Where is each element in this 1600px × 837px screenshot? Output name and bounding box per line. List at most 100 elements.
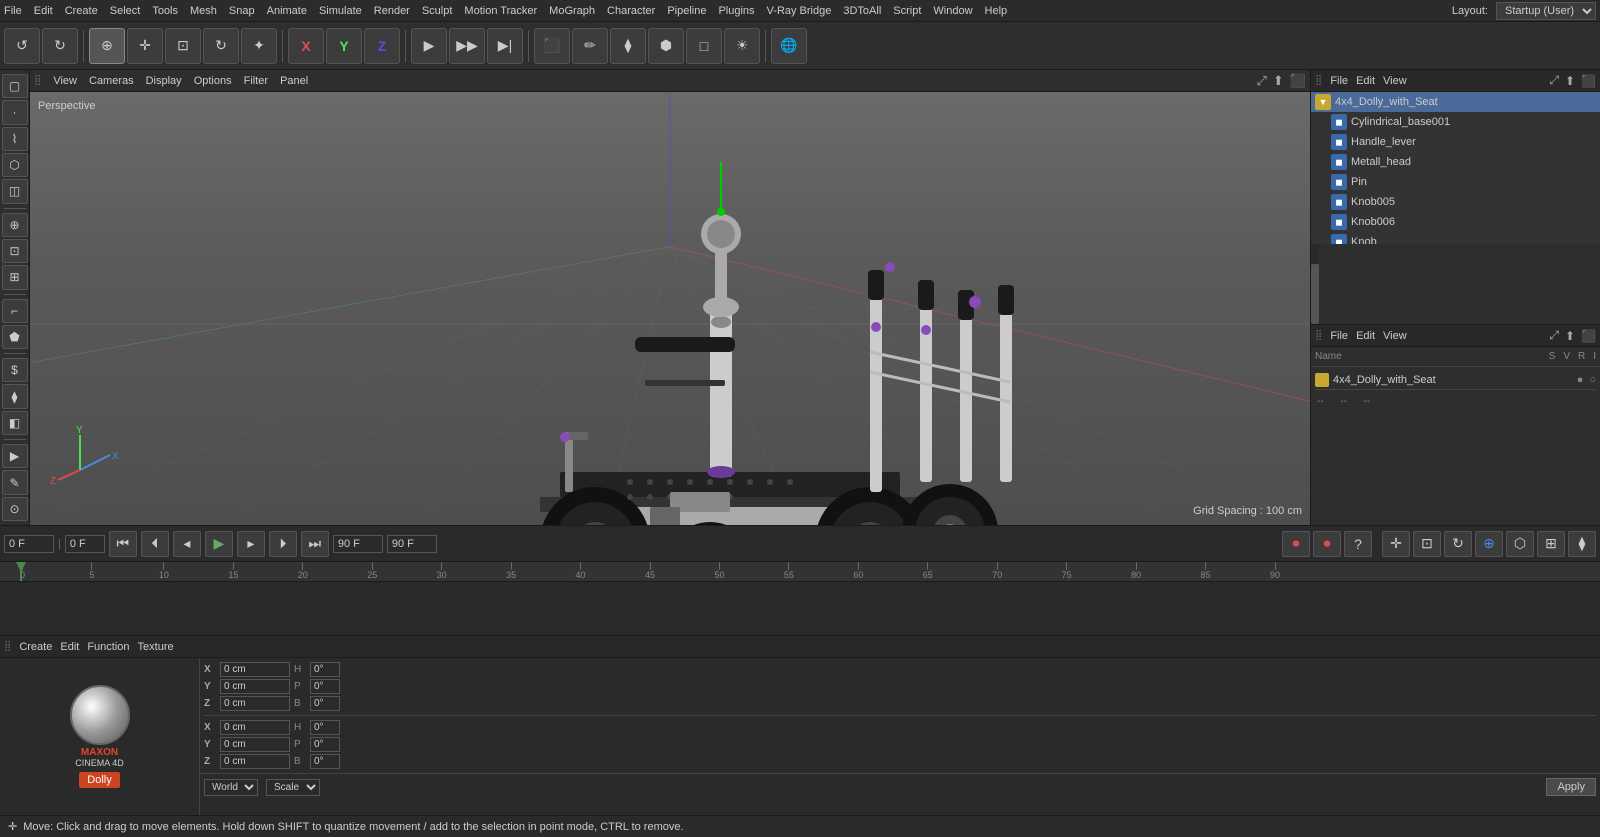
tree-item[interactable]: ◼Handle_lever (1311, 132, 1600, 152)
rp2-fullscreen-icon[interactable]: ⬛ (1581, 329, 1596, 343)
x-scale-input[interactable] (220, 720, 290, 735)
auto-record-button[interactable]: ⏺ (1313, 531, 1341, 557)
rp2-menu-edit[interactable]: Edit (1356, 330, 1375, 342)
mirror-tool[interactable]: ◧ (2, 411, 28, 435)
axis-tool[interactable]: ⧫ (2, 384, 28, 408)
menu-select[interactable]: Select (110, 5, 141, 17)
menu-file[interactable]: File (4, 5, 22, 17)
light-button[interactable]: ☀ (724, 28, 760, 64)
menu-character[interactable]: Character (607, 5, 655, 17)
menu-pipeline[interactable]: Pipeline (667, 5, 706, 17)
viewport-menu-display[interactable]: Display (146, 75, 182, 87)
h2-rot-input[interactable] (310, 720, 340, 735)
scene-tree[interactable]: ▼4x4_Dolly_with_Seat◼Cylindrical_base001… (1311, 92, 1600, 244)
p2-rot-input[interactable] (310, 737, 340, 752)
menu-vray[interactable]: V-Ray Bridge (767, 5, 832, 17)
viewport-pin-icon[interactable]: ⬆ (1273, 73, 1284, 89)
viewport-fullscreen-icon[interactable]: ⬛ (1290, 73, 1306, 89)
select-tool-button[interactable]: ⊕ (89, 28, 125, 64)
play-prev-frame[interactable]: ◂ (173, 531, 201, 557)
anim-button4[interactable]: ⧫ (1568, 531, 1596, 557)
rp-expand-icon[interactable]: ⤢ (1549, 73, 1559, 88)
anim-menu-create[interactable]: Create (19, 641, 52, 653)
render-tool[interactable]: ▶ (2, 444, 28, 468)
menu-snap[interactable]: Snap (229, 5, 255, 17)
rp-fullscreen-icon[interactable]: ⬛ (1581, 74, 1596, 88)
move-tool-button[interactable]: ✛ (127, 28, 163, 64)
viewport-menu-filter[interactable]: Filter (244, 75, 268, 87)
right-menu-file[interactable]: File (1330, 75, 1348, 87)
layout-select[interactable]: Startup (User) (1496, 2, 1596, 20)
workplane-tool[interactable]: ⊞ (2, 265, 28, 289)
nurbs-button[interactable]: ⧫ (610, 28, 646, 64)
viewport-menu-view[interactable]: View (53, 75, 77, 87)
mode-edges[interactable]: ⌇ (2, 127, 28, 151)
tree-item[interactable]: ◼Metall_head (1311, 152, 1600, 172)
render-active-button[interactable]: ▶▶ (449, 28, 485, 64)
redo-button[interactable]: ↻ (42, 28, 78, 64)
play-next-button[interactable]: ⏵ (269, 531, 297, 557)
p-rot-input[interactable] (310, 679, 340, 694)
texture-tool[interactable]: ⊡ (2, 239, 28, 263)
play-button[interactable]: ▶ (205, 531, 233, 557)
x-axis-button[interactable]: X (288, 28, 324, 64)
rotate-anim-button[interactable]: ↻ (1444, 531, 1472, 557)
menu-mesh[interactable]: Mesh (190, 5, 217, 17)
menu-plugins[interactable]: Plugins (718, 5, 754, 17)
tree-item[interactable]: ◼Knob005 (1311, 192, 1600, 212)
playhead[interactable] (20, 562, 22, 581)
camera-button[interactable]: □ (686, 28, 722, 64)
menu-mograph[interactable]: MoGraph (549, 5, 595, 17)
scale-anim-button[interactable]: ⊡ (1413, 531, 1441, 557)
menu-motion-tracker[interactable]: Motion Tracker (464, 5, 537, 17)
play-end-button[interactable]: ⏭ (301, 531, 329, 557)
anim-button2[interactable]: ⬡ (1506, 531, 1534, 557)
x-pos-input[interactable] (220, 662, 290, 677)
current-frame-input[interactable] (4, 535, 54, 553)
rp2-menu-file[interactable]: File (1330, 330, 1348, 342)
scene-button[interactable]: 🌐 (771, 28, 807, 64)
z-scale-input[interactable] (220, 754, 290, 769)
pivot-button[interactable]: ⊕ (1475, 531, 1503, 557)
tree-item[interactable]: ◼Knob006 (1311, 212, 1600, 232)
tree-item[interactable]: ◼Pin (1311, 172, 1600, 192)
obj-visible-icon[interactable]: ● (1577, 374, 1584, 386)
play-prev-button[interactable]: ⏴ (141, 531, 169, 557)
menu-sculpt[interactable]: Sculpt (422, 5, 453, 17)
viewport-expand-icon[interactable]: ⤢ (1257, 73, 1267, 89)
menu-window[interactable]: Window (933, 5, 972, 17)
end-frame-display[interactable] (333, 535, 383, 553)
end-frame-input[interactable] (387, 535, 437, 553)
render-button[interactable]: ▶| (487, 28, 523, 64)
right-menu-view[interactable]: View (1383, 75, 1407, 87)
y-axis-button[interactable]: Y (326, 28, 362, 64)
extra-tool[interactable]: ⊙ (2, 497, 28, 521)
b-rot-input[interactable] (310, 696, 340, 711)
tree-item[interactable]: ◼Knob (1311, 232, 1600, 244)
render-region-button[interactable]: ▶ (411, 28, 447, 64)
menu-script[interactable]: Script (893, 5, 921, 17)
anim-menu-function[interactable]: Function (87, 641, 129, 653)
tree-item[interactable]: ▼4x4_Dolly_with_Seat (1311, 92, 1600, 112)
right-menu-edit[interactable]: Edit (1356, 75, 1375, 87)
tree-item[interactable]: ◼Cylindrical_base001 (1311, 112, 1600, 132)
viewport-menu-cameras[interactable]: Cameras (89, 75, 134, 87)
mode-model[interactable]: ▢ (2, 74, 28, 98)
obj-render-icon[interactable]: ○ (1589, 374, 1596, 386)
cube-button[interactable]: ⬛ (534, 28, 570, 64)
use-model-tool[interactable]: ⊕ (2, 213, 28, 237)
rp2-expand-icon[interactable]: ⤢ (1549, 328, 1559, 343)
scale-dropdown[interactable]: Scale (266, 779, 320, 796)
menu-simulate[interactable]: Simulate (319, 5, 362, 17)
menu-edit[interactable]: Edit (34, 5, 53, 17)
z-axis-button[interactable]: Z (364, 28, 400, 64)
anim-button3[interactable]: ⊞ (1537, 531, 1565, 557)
pen-button[interactable]: ✏ (572, 28, 608, 64)
anim-menu-texture[interactable]: Texture (138, 641, 174, 653)
viewport-menu-panel[interactable]: Panel (280, 75, 308, 87)
knife-tool[interactable]: ⌐ (2, 299, 28, 323)
scale-tool-button[interactable]: ⊡ (165, 28, 201, 64)
b2-rot-input[interactable] (310, 754, 340, 769)
viewport[interactable]: X Y Z Perspective Grid Spacing : 100 cm (30, 92, 1310, 525)
move-button[interactable]: ✛ (1382, 531, 1410, 557)
